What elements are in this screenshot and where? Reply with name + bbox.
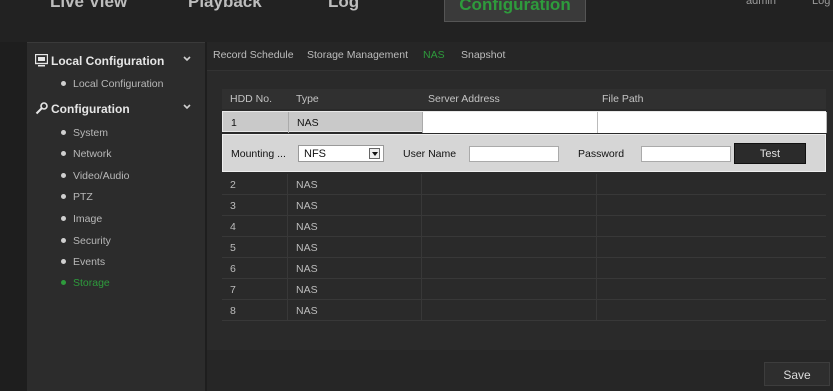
hdd-number: 6 — [230, 263, 236, 275]
password-label: Password — [578, 148, 625, 160]
bullet-icon — [61, 81, 66, 86]
top-navigation: Live View Playback Log Configuration adm… — [0, 0, 833, 42]
sidebar-item-label: Events — [73, 256, 106, 268]
table-row-selected[interactable]: 1 NAS — [222, 111, 827, 133]
subtab-bar: Record Schedule Storage Management NAS S… — [207, 42, 833, 68]
monitor-icon — [35, 54, 48, 67]
column-header-hdd-no: HDD No. — [230, 93, 273, 105]
hdd-type: NAS — [297, 117, 319, 129]
table-row[interactable]: 8 NAS — [222, 300, 826, 321]
sidebar: Local Configuration Local Configuration … — [27, 42, 205, 391]
chevron-down-icon — [183, 56, 191, 62]
bullet-icon — [61, 216, 66, 221]
table-row[interactable]: 5 NAS — [222, 237, 826, 258]
server-address-cell — [422, 195, 597, 216]
tab-storage-management[interactable]: Storage Management — [307, 49, 408, 61]
bullet-icon — [61, 173, 66, 178]
sidebar-item-label: Network — [73, 148, 112, 160]
nas-panel: HDD No. Type Server Address File Path 1 … — [207, 70, 833, 350]
sidebar-item-label: System — [73, 127, 109, 139]
password-input[interactable] — [641, 146, 731, 162]
dropdown-arrow-icon — [369, 148, 380, 159]
server-address-cell — [422, 237, 597, 258]
table-header: HDD No. Type Server Address File Path — [222, 89, 826, 109]
test-button[interactable]: Test — [734, 143, 806, 164]
server-address-input[interactable] — [423, 112, 598, 133]
mounting-type-value: NFS — [304, 148, 326, 160]
nav-tab-log[interactable]: Log — [328, 0, 359, 22]
sidebar-item-label: Security — [73, 235, 111, 247]
tab-nas[interactable]: NAS — [423, 49, 445, 61]
tab-record-schedule[interactable]: Record Schedule — [213, 49, 294, 61]
hdd-number: 2 — [230, 179, 236, 191]
server-address-cell — [422, 216, 597, 237]
sidebar-group-local-configuration[interactable]: Local Configuration — [27, 48, 205, 74]
wrench-icon — [35, 102, 48, 115]
bullet-icon — [61, 259, 66, 264]
table-row[interactable]: 4 NAS — [222, 216, 826, 237]
hdd-number: 5 — [230, 242, 236, 254]
tab-snapshot[interactable]: Snapshot — [461, 49, 505, 61]
table-row[interactable]: 3 NAS — [222, 195, 826, 216]
file-path-cell — [597, 195, 826, 216]
column-header-type: Type — [296, 93, 319, 105]
server-address-cell — [422, 300, 597, 321]
file-path-cell — [597, 300, 826, 321]
bullet-icon — [61, 280, 66, 285]
nas-detail-row: Mounting ... NFS User Name Password Test — [222, 134, 826, 172]
sidebar-group-label: Local Configuration — [51, 54, 165, 68]
save-button[interactable]: Save — [764, 362, 830, 386]
chevron-down-icon — [183, 104, 191, 110]
table-row[interactable]: 7 NAS — [222, 279, 826, 300]
column-header-server-address: Server Address — [428, 93, 500, 105]
main-content: Record Schedule Storage Management NAS S… — [207, 42, 833, 391]
nav-tab-playback[interactable]: Playback — [188, 0, 262, 22]
hdd-number: 1 — [231, 117, 237, 129]
bullet-icon — [61, 130, 66, 135]
server-address-cell — [422, 258, 597, 279]
username-label: User Name — [403, 148, 457, 160]
hdd-type: NAS — [296, 305, 318, 317]
sidebar-item-label: Image — [73, 213, 103, 225]
hdd-number: 4 — [230, 221, 236, 233]
file-path-input[interactable] — [598, 112, 827, 133]
hdd-number: 7 — [230, 284, 236, 296]
mounting-type-select[interactable]: NFS — [298, 145, 384, 162]
bullet-icon — [61, 238, 66, 243]
file-path-cell — [597, 279, 826, 300]
app-window: Live View Playback Log Configuration adm… — [0, 0, 833, 391]
hdd-type: NAS — [296, 263, 318, 275]
file-path-cell — [597, 258, 826, 279]
bullet-icon — [61, 151, 66, 156]
sidebar-item-label: PTZ — [73, 191, 93, 203]
table-row[interactable]: 2 NAS — [222, 174, 826, 195]
sidebar-item-label: Local Configuration — [73, 78, 164, 90]
file-path-cell — [597, 237, 826, 258]
hdd-type: NAS — [296, 200, 318, 212]
hdd-type: NAS — [296, 284, 318, 296]
sidebar-group-label: Configuration — [51, 102, 130, 116]
table-row[interactable]: 6 NAS — [222, 258, 826, 279]
hdd-type: NAS — [296, 179, 318, 191]
hdd-type: NAS — [296, 221, 318, 233]
hdd-type: NAS — [296, 242, 318, 254]
server-address-cell — [422, 174, 597, 195]
nav-tab-live-view[interactable]: Live View — [50, 0, 127, 22]
current-user[interactable]: admin — [746, 0, 776, 8]
sidebar-item-label: Storage — [73, 277, 110, 289]
nav-tab-configuration[interactable]: Configuration — [444, 0, 586, 22]
file-path-cell — [597, 216, 826, 237]
username-input[interactable] — [469, 146, 559, 162]
file-path-cell — [597, 174, 826, 195]
sidebar-item-label: Video/Audio — [73, 170, 130, 182]
mounting-label: Mounting ... — [231, 148, 286, 160]
column-header-file-path: File Path — [602, 93, 644, 105]
sidebar-group-configuration[interactable]: Configuration — [27, 96, 205, 122]
server-address-cell — [422, 279, 597, 300]
logout-link[interactable]: Log — [812, 0, 830, 8]
hdd-number: 3 — [230, 200, 236, 212]
bullet-icon — [61, 194, 66, 199]
hdd-number: 8 — [230, 305, 236, 317]
